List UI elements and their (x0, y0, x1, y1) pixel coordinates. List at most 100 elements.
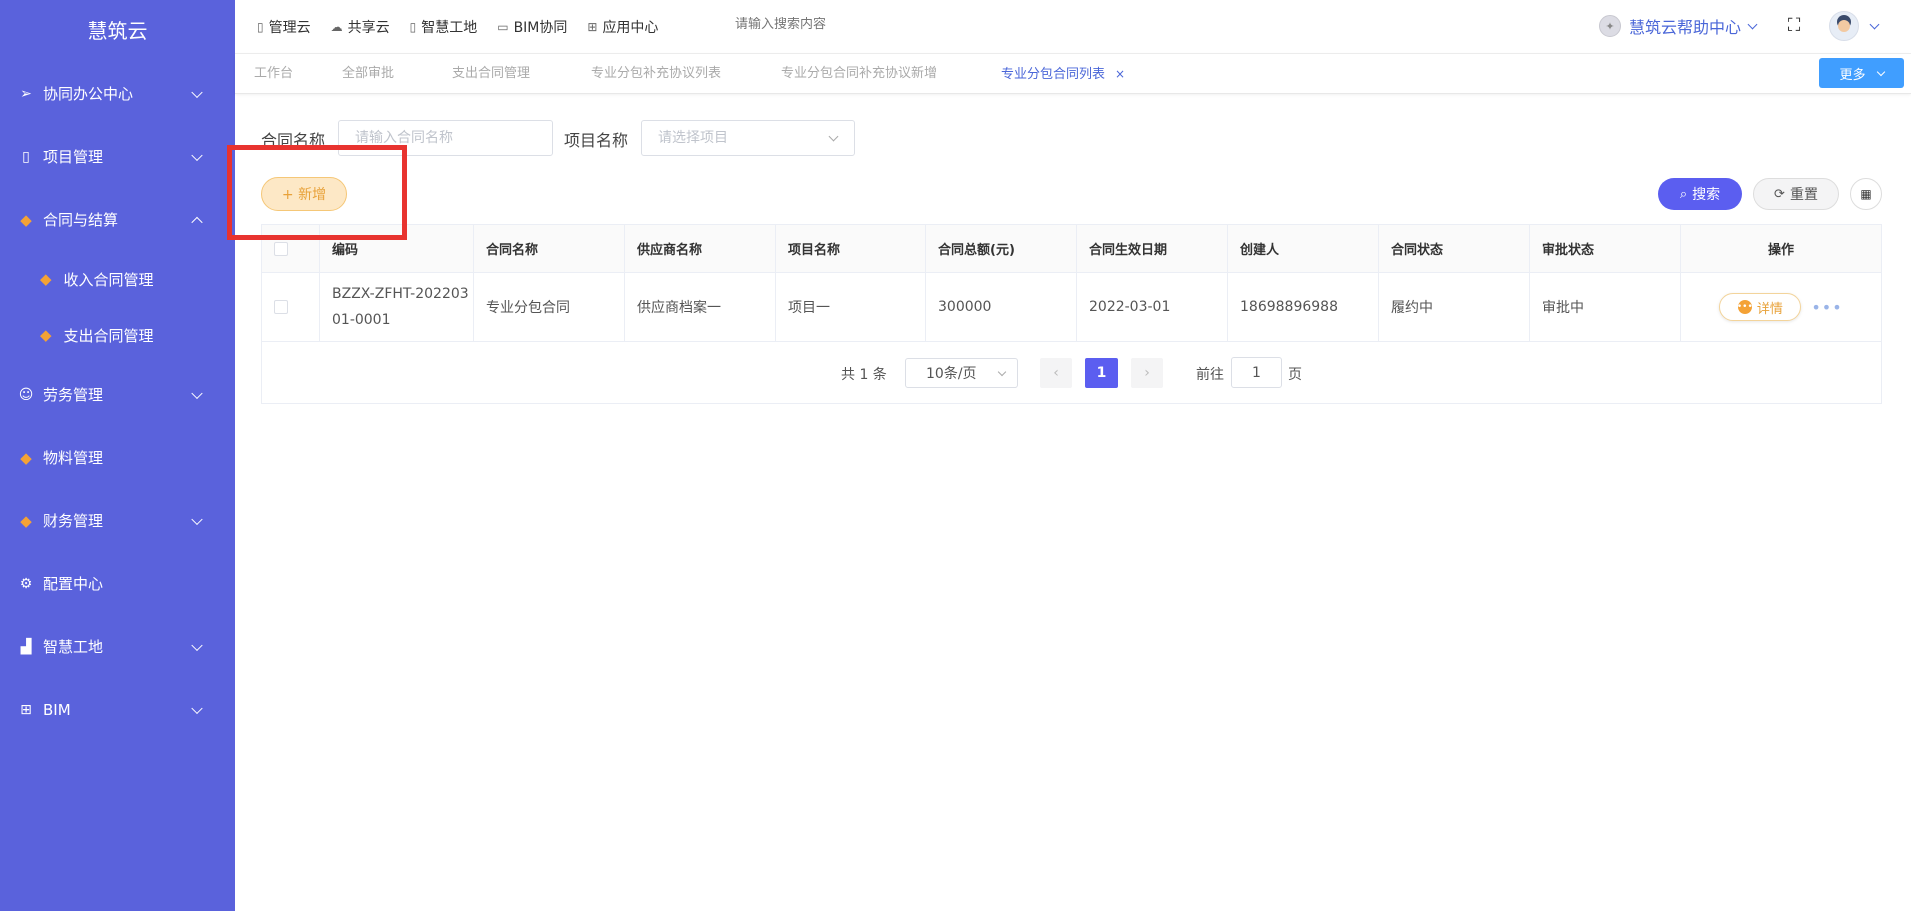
more-actions-icon[interactable]: ••• (1811, 298, 1842, 317)
chevron-up-icon (191, 216, 203, 228)
column-header: 合同生效日期 (1077, 225, 1228, 272)
sidebar-item-collab-office[interactable]: ➢ 协同办公中心 (0, 62, 235, 125)
column-header: 审批状态 (1530, 225, 1681, 272)
search-label: 搜索 (1692, 187, 1721, 203)
project-cell: 项目一 (776, 273, 926, 341)
user-avatar-icon (1838, 20, 1850, 32)
tab-supplement-list[interactable]: 专业分包补充协议列表 (591, 54, 721, 94)
chevron-left-icon: ‹ (1053, 365, 1059, 381)
tab-label: 专业分包补充协议列表 (591, 66, 722, 81)
code-line: 01-0001 (332, 312, 391, 328)
contract-name-input[interactable] (338, 120, 553, 156)
top-nav-label: 管理云 (268, 20, 311, 36)
actions-cell: ••• 详情 ••• (1681, 273, 1881, 341)
sidebar-item-material[interactable]: ◆ 物料管理 (0, 426, 235, 489)
chevron-down-icon (1876, 67, 1885, 76)
page-size-select[interactable]: 10条/页 (905, 358, 1018, 388)
avatar[interactable] (1829, 11, 1859, 41)
chevron-down-icon (191, 639, 203, 651)
goto-page-input[interactable] (1231, 357, 1282, 388)
chevron-down-icon (191, 86, 203, 98)
tab-expense-contract[interactable]: 支出合同管理 (452, 54, 530, 94)
gem-icon: ◆ (40, 270, 52, 288)
top-nav-app-center[interactable]: ⊞ 应用中心 (587, 17, 658, 37)
contract-name-label: 合同名称 (261, 131, 326, 150)
goto-prefix: 前往 (1196, 367, 1224, 383)
sidebar-item-bim[interactable]: ⊞ BIM (0, 678, 235, 741)
pagination-total: 共 1 条 (841, 367, 887, 383)
sidebar-item-labor[interactable]: ☺ 劳务管理 (0, 363, 235, 426)
code-cell: BZZX-ZFHT-202203 01-0001 (320, 273, 474, 341)
sidebar-item-label: 智慧工地 (43, 638, 104, 656)
prev-page-button[interactable]: ‹ (1040, 358, 1072, 388)
bar-chart-icon: ▟ (20, 638, 32, 655)
sidebar-item-label: 配置中心 (43, 575, 104, 593)
sidebar-item-config[interactable]: ⚙ 配置中心 (0, 552, 235, 615)
add-button[interactable]: + 新增 (261, 177, 347, 211)
top-nav-smart-site[interactable]: ▯ 智慧工地 (410, 17, 478, 37)
top-nav-bim[interactable]: ▭ BIM协同 (497, 17, 567, 37)
tab-subcontract-list[interactable]: 专业分包合同列表 × (1001, 54, 1125, 94)
row-checkbox[interactable] (274, 300, 288, 314)
global-search-input[interactable] (735, 17, 915, 32)
help-center-menu[interactable]: ✦ 慧筑云帮助中心 (1599, 14, 1758, 38)
grid-icon: ⊞ (587, 20, 598, 34)
sidebar-item-label: 项目管理 (43, 148, 104, 166)
reset-label: 重置 (1789, 187, 1818, 203)
tab-all-approvals[interactable]: 全部审批 (342, 54, 394, 94)
column-header: 操作 (1767, 243, 1794, 258)
sidebar-item-label: BIM (43, 700, 71, 719)
sidebar-item-smart-site[interactable]: ▟ 智慧工地 (0, 615, 235, 678)
tab-label: 支出合同管理 (452, 66, 531, 81)
amount-cell: 300000 (926, 273, 1077, 341)
sidebar: 慧筑云 ➢ 协同办公中心 ▯ 项目管理 ◆ 合同与结算 ◆ 收入合同管理 ◆ 支… (0, 0, 235, 911)
sidebar-subitem-expense-contract[interactable]: ◆ 支出合同管理 (0, 307, 235, 363)
tab-supplement-add[interactable]: 专业分包合同补充协议新增 (781, 54, 937, 94)
sidebar-item-label: 合同与结算 (43, 211, 119, 229)
sidebar-subitem-income-contract[interactable]: ◆ 收入合同管理 (0, 251, 235, 307)
page-number-current[interactable]: 1 (1085, 358, 1118, 388)
contract-status-cell: 履约中 (1379, 273, 1530, 341)
refresh-icon: ⟳ (1774, 186, 1785, 202)
column-header: 合同总额(元) (926, 225, 1077, 272)
header-checkbox-cell (262, 225, 320, 272)
fullscreen-icon[interactable]: ⛶ (1783, 15, 1805, 37)
tab-label: 专业分包合同列表 (1001, 67, 1106, 82)
help-logo-icon: ✦ (1599, 15, 1621, 37)
chevron-down-icon[interactable] (1869, 19, 1880, 30)
top-nav: ▯ 管理云 ☁ 共享云 ▯ 智慧工地 ▭ BIM协同 ⊞ 应用中心 (257, 0, 678, 54)
project-name-label: 项目名称 (564, 131, 629, 150)
sidebar-item-contract-settlement[interactable]: ◆ 合同与结算 (0, 188, 235, 251)
next-page-button[interactable]: › (1131, 358, 1163, 388)
top-nav-label: BIM协同 (513, 20, 568, 36)
tab-workbench[interactable]: 工作台 (254, 54, 293, 94)
search-button[interactable]: ⌕ 搜索 (1658, 178, 1742, 210)
page-tabs: 工作台 全部审批 支出合同管理 专业分包补充协议列表 专业分包合同补充协议新增 … (235, 54, 1911, 94)
gem-icon: ◆ (20, 210, 32, 229)
sidebar-item-project[interactable]: ▯ 项目管理 (0, 125, 235, 188)
sidebar-item-label: 协同办公中心 (43, 85, 134, 103)
chevron-down-icon (191, 149, 203, 161)
top-nav-manage-cloud[interactable]: ▯ 管理云 (257, 17, 311, 37)
gem-icon: ◆ (40, 326, 52, 344)
sidebar-item-finance[interactable]: ◆ 财务管理 (0, 489, 235, 552)
tab-label: 工作台 (254, 66, 294, 81)
close-icon[interactable]: × (1115, 67, 1125, 81)
code-text: BZZX-ZFHT-202203 01-0001 (332, 281, 469, 333)
send-icon: ➢ (20, 85, 32, 102)
detail-button[interactable]: ••• 详情 (1719, 293, 1802, 321)
select-all-checkbox[interactable] (274, 241, 288, 256)
help-center-label: 慧筑云帮助中心 (1629, 18, 1742, 37)
column-settings-icon[interactable]: ▦ (1850, 178, 1882, 210)
top-nav-share-cloud[interactable]: ☁ 共享云 (331, 17, 390, 37)
more-tabs-button[interactable]: 更多 (1819, 58, 1904, 88)
chevron-right-icon: › (1144, 365, 1150, 381)
gem-icon: ◆ (20, 511, 32, 530)
top-nav-label: 应用中心 (602, 20, 659, 36)
reset-button[interactable]: ⟳ 重置 (1753, 178, 1839, 210)
more-label: 更多 (1839, 67, 1866, 83)
top-bar: ▯ 管理云 ☁ 共享云 ▯ 智慧工地 ▭ BIM协同 ⊞ 应用中心 ✦ 慧筑云帮… (235, 0, 1911, 54)
column-header: 合同名称 (474, 225, 625, 272)
top-nav-label: 共享云 (347, 20, 390, 36)
project-select[interactable] (641, 120, 855, 156)
